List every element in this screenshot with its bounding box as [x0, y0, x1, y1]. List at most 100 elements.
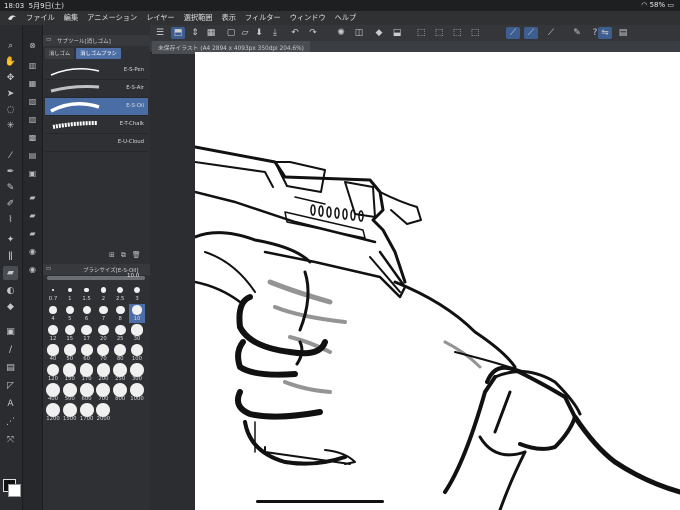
brush-item[interactable]: E-U-Cloud	[45, 134, 148, 152]
brush-size-option[interactable]: 25	[112, 324, 128, 343]
fill-tool-icon[interactable]: ◆	[3, 300, 18, 314]
brush-size-option[interactable]: 12	[45, 324, 61, 343]
background-color-swatch[interactable]	[8, 484, 21, 497]
app-logo-icon[interactable]	[6, 13, 18, 23]
brush-size-option[interactable]: 200	[95, 363, 111, 383]
transform-icon[interactable]: ⬓	[390, 27, 404, 39]
brush-size-option[interactable]: 500	[62, 383, 78, 403]
brush-size-option[interactable]: 1500	[62, 403, 78, 423]
fill-icon[interactable]: ◆	[372, 27, 386, 39]
eyedropper-icon[interactable]: ⁄	[3, 149, 18, 163]
move-tool-icon[interactable]: ✥	[3, 71, 18, 85]
brush-size-option[interactable]: 1000	[129, 383, 145, 403]
airbrush-tool-icon[interactable]: ⌇	[3, 213, 18, 227]
menu-item[interactable]: ウィンドウ	[290, 13, 326, 23]
brush-size-option[interactable]: 40	[45, 344, 61, 363]
delete-subtool-icon[interactable]: 🗑	[132, 251, 141, 260]
brush-size-option[interactable]: 80	[112, 343, 128, 363]
correct-line-tool-icon[interactable]: ⤧	[3, 433, 18, 447]
text-tool-icon[interactable]: A	[3, 397, 18, 411]
brush-item[interactable]: E-S-Pen	[45, 62, 148, 80]
zoom-tool-icon[interactable]: ⌕	[3, 39, 18, 53]
brush-size-option[interactable]: 1	[62, 284, 78, 303]
eraser-subtool-icon-5[interactable]: ◉	[26, 263, 39, 275]
balloon-tool-icon[interactable]: ◸	[3, 379, 18, 393]
brush-size-menu-icon[interactable]: ▭	[46, 266, 51, 272]
decoration-tool-icon[interactable]: ǁ	[3, 249, 18, 263]
brush-size-option[interactable]: 5	[62, 304, 78, 323]
drawing-canvas[interactable]	[195, 52, 680, 510]
brush-size-option[interactable]: 2	[95, 284, 111, 303]
edit-icon[interactable]: ✎	[570, 27, 584, 39]
brush-item[interactable]: E-S-Oil	[45, 98, 148, 116]
brush-size-option[interactable]: 4	[45, 304, 61, 323]
export-icon[interactable]: ⤓	[268, 27, 282, 39]
brush-size-option[interactable]: 15	[62, 324, 78, 343]
open-icon[interactable]: ▱	[238, 27, 252, 39]
tab-eraser-brush[interactable]: 消しゴムブラシ	[76, 48, 121, 59]
add-subtool-icon[interactable]: ⊞	[109, 251, 115, 260]
sparkle-tool-icon[interactable]: ✦	[3, 233, 18, 247]
brush-size-option[interactable]: 3	[129, 284, 145, 303]
brush-size-option[interactable]: 1.5	[79, 284, 95, 303]
brush-size-option[interactable]: 600	[79, 383, 95, 403]
ruler-tool-icon[interactable]: ⋰	[3, 415, 18, 429]
brush-size-option[interactable]: 7	[95, 304, 111, 323]
figure-tool-icon[interactable]: ∕	[3, 343, 18, 357]
snap-ruler-icon[interactable]: ⟋	[506, 27, 520, 39]
brush-size-option[interactable]: 70	[95, 343, 111, 363]
color-palette-icon[interactable]: ▨	[26, 113, 39, 125]
selection-icon-3[interactable]: ⬚	[450, 27, 464, 39]
redo-icon[interactable]: ↷	[306, 27, 320, 39]
menu-item[interactable]: ヘルプ	[335, 13, 357, 23]
eraser-subtool-icon-4[interactable]: ◉	[26, 245, 39, 257]
hand-tool-icon[interactable]: ✋	[3, 55, 18, 69]
brush-size-option[interactable]: 800	[112, 383, 128, 403]
brush-size-option[interactable]: 60	[79, 344, 95, 363]
layer-palette-icon[interactable]: ▦	[26, 77, 39, 89]
brush-item[interactable]: E-S-Air	[45, 80, 148, 98]
snap-special-ruler-icon[interactable]: ⟋	[524, 27, 538, 39]
layer-move-icon[interactable]: ⇕	[188, 27, 202, 39]
frame-tool-icon[interactable]: ▤	[3, 361, 18, 375]
undo-icon[interactable]: ↶	[288, 27, 302, 39]
settings-icon[interactable]: ✺	[334, 27, 348, 39]
brush-size-option[interactable]: 250	[112, 363, 128, 383]
new-canvas-icon[interactable]: ▢	[224, 27, 238, 39]
brush-size-option[interactable]: 1200	[45, 403, 61, 423]
clear-icon[interactable]: ◫	[352, 27, 366, 39]
brush-size-option[interactable]: 50	[62, 344, 78, 363]
menu-item[interactable]: 選択範囲	[184, 13, 213, 23]
brush-size-option[interactable]: 6	[79, 304, 95, 323]
brush-size-option[interactable]: 120	[45, 363, 61, 383]
eraser-subtool-icon-3[interactable]: ▰	[26, 227, 39, 239]
menu-icon[interactable]: ☰	[153, 27, 167, 39]
palette-toggle-icon[interactable]: ▦	[204, 27, 218, 39]
brush-size-option[interactable]: 700	[95, 383, 111, 403]
eraser-subtool-icon-2[interactable]: ▰	[26, 209, 39, 221]
magic-wand-icon[interactable]: ✳	[3, 119, 18, 133]
brush-size-option[interactable]: 17	[79, 324, 95, 343]
navigator-palette-icon[interactable]: ▧	[26, 95, 39, 107]
brush-size-option[interactable]: 0.7	[45, 284, 61, 303]
operation-tool-icon[interactable]: ➤	[3, 87, 18, 101]
gradient-tool-icon[interactable]: ▣	[3, 325, 18, 339]
snap-grid-icon[interactable]: ⟋	[544, 27, 558, 39]
menu-item[interactable]: ファイル	[26, 13, 55, 23]
brush-size-option[interactable]: 2.5	[112, 284, 128, 303]
close-panel-icon[interactable]: ⊗	[26, 39, 39, 51]
pencil-tool-icon[interactable]: ✎	[3, 181, 18, 195]
brush-item[interactable]: E-T-Chalk	[45, 116, 148, 134]
brush-size-option[interactable]: 150	[62, 363, 78, 383]
blend-tool-icon[interactable]: ◐	[3, 284, 18, 298]
brush-size-option[interactable]: 1700	[79, 403, 95, 423]
brush-size-value[interactable]: 10.0	[127, 273, 139, 279]
selection-icon-4[interactable]: ⬚	[468, 27, 482, 39]
selection-icon-1[interactable]: ⬚	[414, 27, 428, 39]
eraser-tool-icon[interactable]: ▰	[3, 266, 18, 280]
menu-item[interactable]: アニメーション	[87, 13, 137, 23]
save-icon[interactable]: ⬇	[252, 27, 266, 39]
selection-icon-2[interactable]: ⬚	[432, 27, 446, 39]
eraser-subtool-icon-1[interactable]: ▰	[26, 191, 39, 203]
menu-item[interactable]: フィルター	[245, 13, 281, 23]
